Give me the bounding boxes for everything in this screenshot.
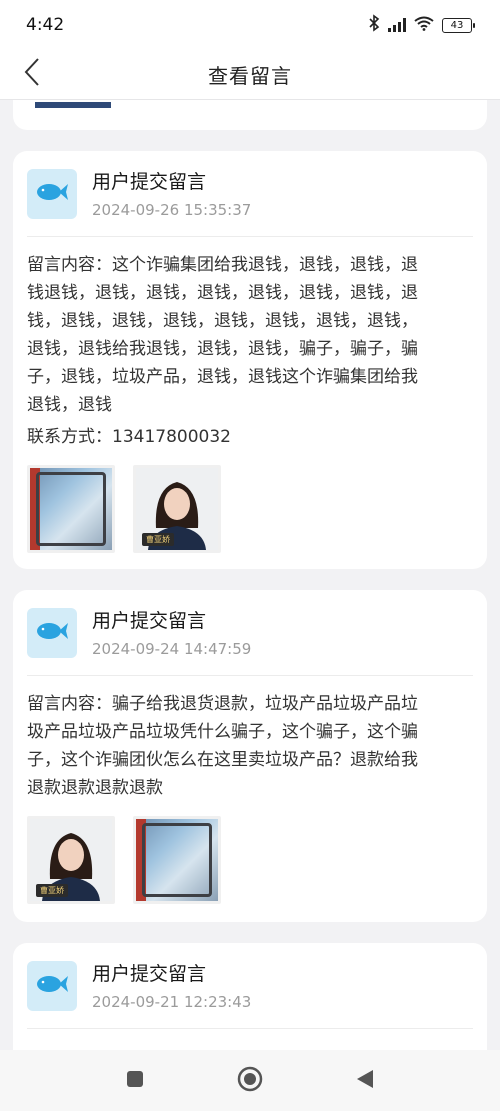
battery-level: 43 xyxy=(450,19,464,31)
chevron-left-icon xyxy=(23,57,41,91)
card-header: 用户提交留言 2024-09-26 15:35:37 xyxy=(27,151,473,237)
message-card: 用户提交留言 2024-09-24 14:47:59 留言内容：骗子给我退货退款… xyxy=(13,590,487,922)
content-line: 子，退钱，垃圾产品，退钱，退钱这个诈骗集团给我 xyxy=(27,367,418,387)
card-timestamp: 2024-09-21 12:23:43 xyxy=(92,993,252,1011)
contact-info: 联系方式：13417800032 xyxy=(27,427,231,447)
fish-avatar xyxy=(27,961,77,1011)
content-line: 退款退款退款退款 xyxy=(27,778,163,798)
app-header: 查看留言 xyxy=(0,50,500,100)
fish-avatar xyxy=(27,608,77,658)
wifi-icon xyxy=(414,16,434,35)
message-card: 用户提交留言 2024-09-21 12:23:43 xyxy=(13,943,487,1050)
recents-button[interactable] xyxy=(120,1066,150,1096)
attachment-images: 曹亚娇 xyxy=(27,465,473,553)
fish-icon xyxy=(35,620,69,646)
content-line: 钱退钱，退钱，退钱，退钱，退钱，退钱，退钱，退 xyxy=(27,283,418,303)
card-timestamp: 2024-09-24 14:47:59 xyxy=(92,640,252,658)
page-title: 查看留言 xyxy=(208,64,292,88)
content-line: 退钱，退钱 xyxy=(27,395,112,415)
message-list[interactable]: 用户提交留言 2024-09-26 15:35:37 留言内容：这个诈骗集团给我… xyxy=(0,100,500,1050)
portrait-name-badge: 曹亚娇 xyxy=(142,533,174,546)
status-time: 4:42 xyxy=(26,15,65,35)
battery-icon: 43 xyxy=(442,17,475,33)
home-button[interactable] xyxy=(235,1066,265,1096)
signal-icon xyxy=(388,18,406,32)
content-line: 留言内容：骗子给我退货退款，垃圾产品垃圾产品垃 xyxy=(27,694,418,714)
card-title: 用户提交留言 xyxy=(92,610,207,632)
content-line: 留言内容：这个诈骗集团给我退钱，退钱，退钱，退 xyxy=(27,255,418,275)
card-title: 用户提交留言 xyxy=(92,963,207,985)
message-content: 留言内容：这个诈骗集团给我退钱，退钱，退钱，退 钱退钱，退钱，退钱，退钱，退钱，… xyxy=(27,237,473,419)
square-recents-icon xyxy=(126,1070,144,1092)
partial-image xyxy=(35,102,111,108)
status-icons: 43 xyxy=(368,14,475,36)
card-title: 用户提交留言 xyxy=(92,171,207,193)
message-card-previous xyxy=(13,100,487,130)
message-content: 留言内容：骗子给我退货退款，垃圾产品垃圾产品垃 圾产品垃圾产品垃圾凭什么骗子，这… xyxy=(27,676,473,802)
card-header: 用户提交留言 2024-09-21 12:23:43 xyxy=(27,943,473,1029)
message-card: 用户提交留言 2024-09-26 15:35:37 留言内容：这个诈骗集团给我… xyxy=(13,151,487,569)
card-header: 用户提交留言 2024-09-24 14:47:59 xyxy=(27,590,473,676)
content-line: 钱，退钱，退钱，退钱，退钱，退钱，退钱，退钱， xyxy=(27,311,418,331)
nav-back-button[interactable] xyxy=(350,1066,380,1096)
bluetooth-icon xyxy=(368,14,380,36)
fish-icon xyxy=(35,973,69,999)
portrait-name-badge: 曹亚娇 xyxy=(36,884,68,897)
attachment-images: 曹亚娇 xyxy=(27,816,473,904)
portrait-photo-thumbnail[interactable]: 曹亚娇 xyxy=(133,465,221,553)
back-button[interactable] xyxy=(12,54,52,94)
fish-avatar xyxy=(27,169,77,219)
content-line: 退钱，退钱给我退钱，退钱，退钱，骗子，骗子，骗 xyxy=(27,339,418,359)
fish-icon xyxy=(35,181,69,207)
screen-photo-thumbnail[interactable] xyxy=(27,465,115,553)
circle-home-icon xyxy=(237,1066,263,1096)
triangle-back-icon xyxy=(355,1068,375,1094)
screen-photo-thumbnail[interactable] xyxy=(133,816,221,904)
status-bar: 4:42 43 xyxy=(0,0,500,50)
content-line: 圾产品垃圾产品垃圾凭什么骗子，这个骗子，这个骗 xyxy=(27,722,418,742)
portrait-photo-thumbnail[interactable]: 曹亚娇 xyxy=(27,816,115,904)
system-nav-bar xyxy=(0,1050,500,1111)
card-timestamp: 2024-09-26 15:35:37 xyxy=(92,201,252,219)
content-line: 子，这个诈骗团伙怎么在这里卖垃圾产品？退款给我 xyxy=(27,750,418,770)
